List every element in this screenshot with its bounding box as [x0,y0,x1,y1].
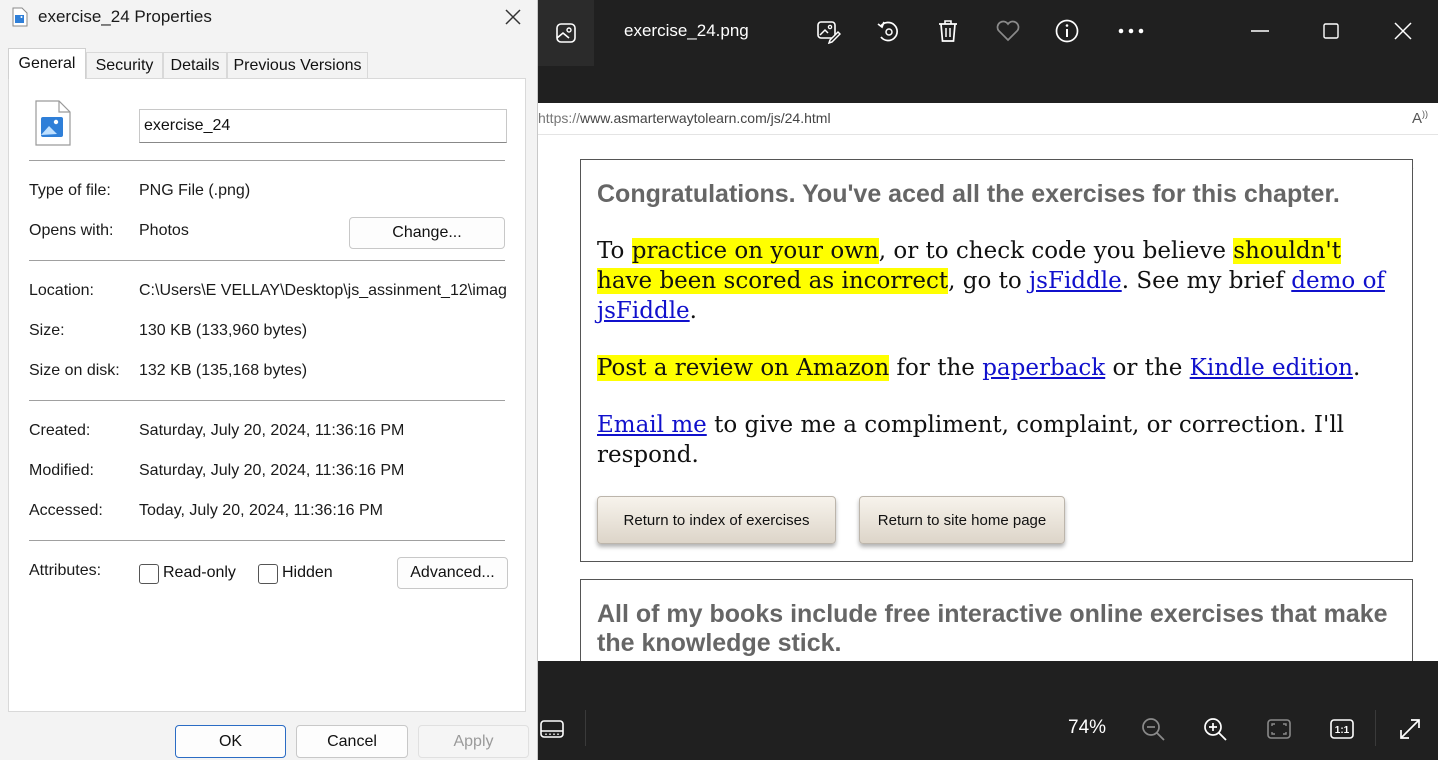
text: To [597,238,632,264]
actual-size-icon[interactable]: 1:1 [1328,715,1356,743]
size-value: 130 KB (133,960 bytes) [139,322,308,339]
file-icon [12,7,28,27]
text: . See my brief [1121,268,1292,294]
congrats-heading: Congratulations. You've aced all the exe… [597,180,1340,208]
attributes-label: Attributes: [29,562,102,579]
more-icon[interactable] [1117,17,1145,45]
rotate-icon[interactable] [874,17,902,45]
apply-button[interactable]: Apply [418,725,529,758]
return-index-button: Return to index of exercises [597,496,836,544]
zoom-level: 74% [1068,717,1107,738]
opens-with-label: Opens with: [29,222,114,239]
general-panel: Type of file: PNG File (.png) Opens with… [8,78,526,712]
viewer-filename: exercise_24.png [624,21,749,40]
close-icon[interactable] [1389,17,1417,45]
maximize-icon[interactable] [1317,17,1345,45]
hidden-checkbox[interactable] [258,564,278,584]
books-box: All of my books include free interactive… [580,579,1413,661]
trash-icon[interactable] [934,17,962,45]
text: , or to check code you believe [878,238,1234,264]
read-only-checkbox[interactable] [139,564,159,584]
location-label: Location: [29,282,94,299]
type-label: Type of file: [29,182,111,199]
image-url: https://www.asmarterwaytolearn.com/js/24… [538,110,831,126]
modified-label: Modified: [29,462,94,479]
size-on-disk-label: Size on disk: [29,362,120,379]
size-on-disk-value: 132 KB (135,168 bytes) [139,362,308,379]
tab-details[interactable]: Details [163,52,227,78]
ok-button[interactable]: OK [175,725,286,758]
divider [29,160,505,161]
zoom-out-icon[interactable] [1139,715,1167,743]
bottombar-separator [1375,710,1376,746]
divider [29,540,505,541]
info-icon[interactable] [1053,17,1081,45]
congrats-box: Congratulations. You've aced all the exe… [580,159,1413,562]
divider [29,260,505,261]
advanced-button[interactable]: Advanced... [397,557,508,589]
fit-to-window-icon[interactable] [1265,715,1293,743]
heart-icon[interactable] [994,17,1022,45]
change-button[interactable]: Change... [349,217,505,249]
email-paragraph: Email me to give me a compliment, compla… [597,410,1397,470]
books-heading: All of my books include free interactive… [597,600,1388,657]
practice-paragraph: To practice on your own, or to check cod… [597,236,1397,326]
location-value: C:\Users\E VELLAY\Desktop\js_assinment_1… [139,282,507,299]
viewer-bottombar: 74% 1:1 [538,698,1438,760]
email-link: Email me [597,412,707,438]
modified-value: Saturday, July 20, 2024, 11:36:16 PM [139,462,405,479]
text: . [689,298,697,324]
type-value: PNG File (.png) [139,182,251,199]
zoom-in-icon[interactable] [1201,715,1229,743]
hidden-label[interactable]: Hidden [282,564,333,582]
highlight: Post a review on Amazon [597,355,890,381]
opens-with-value: Photos [139,222,189,239]
tab-previous-versions[interactable]: Previous Versions [227,52,368,78]
accessed-value: Today, July 20, 2024, 11:36:16 PM [139,502,384,519]
tab-security[interactable]: Security [86,52,163,78]
read-only-label[interactable]: Read-only [163,564,236,582]
displayed-image: https://www.asmarterwaytolearn.com/js/24… [538,103,1438,661]
bottombar-separator [585,710,586,746]
properties-dialog: exercise_24 Properties General Security … [0,0,538,760]
close-icon[interactable] [498,4,528,30]
paperback-link: paperback [982,355,1106,381]
text: or the [1105,355,1190,381]
text: , go to [948,268,1030,294]
photos-viewer: exercise_24.png https://www.asmarterwayt… [538,0,1438,760]
file-name-input[interactable] [139,109,507,143]
text: to give me a compliment, complaint, or c… [597,412,1345,468]
read-aloud-icon: A)) [1411,109,1428,127]
review-paragraph: Post a review on Amazon for the paperbac… [597,353,1397,383]
url-rest: www.asmarterwaytolearn.com/js/24.html [580,110,831,126]
accessed-label: Accessed: [29,502,103,519]
photos-app-icon[interactable] [538,0,594,66]
minimize-icon[interactable] [1246,17,1274,45]
url-prefix: https:// [538,110,581,126]
created-label: Created: [29,422,91,439]
text: . [1352,355,1361,381]
edit-image-icon[interactable] [814,17,842,45]
dialog-title: exercise_24 Properties [38,7,212,26]
text: for the [889,355,983,381]
cancel-button[interactable]: Cancel [296,725,408,758]
screen: exercise_24.png https://www.asmarterwayt… [0,0,1438,760]
created-value: Saturday, July 20, 2024, 11:36:16 PM [139,422,405,439]
tab-general[interactable]: General [8,48,86,79]
highlight: practice on your own [631,238,879,264]
viewer-titlebar: exercise_24.png [538,0,1438,66]
fullscreen-icon[interactable] [1396,715,1424,743]
jsfiddle-link: jsFiddle [1029,268,1122,294]
image-url-bar: https://www.asmarterwaytolearn.com/js/24… [538,103,1438,135]
svg-text:1:1: 1:1 [1335,725,1350,736]
size-label: Size: [29,322,65,339]
filmstrip-icon[interactable] [538,715,566,743]
kindle-link: Kindle edition [1189,355,1353,381]
png-file-icon [33,99,73,152]
return-home-button: Return to site home page [859,496,1065,544]
divider [29,400,505,401]
